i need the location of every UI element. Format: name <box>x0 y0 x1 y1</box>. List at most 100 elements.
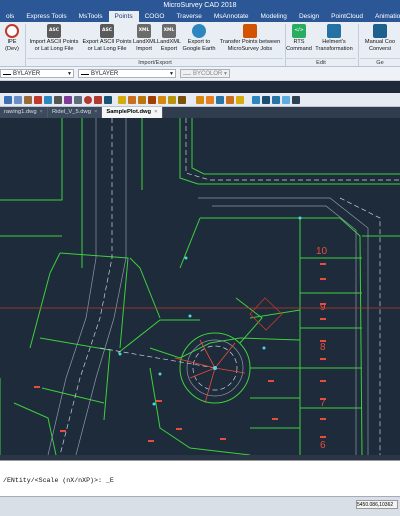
lot-number-6: 6 <box>320 440 326 451</box>
helmert-transformation-label: Helmert's Transformation <box>315 39 353 52</box>
tab-traverse[interactable]: Traverse <box>170 11 207 22</box>
linetype-dropdown[interactable]: BYLAYER ▼ <box>78 69 176 78</box>
doc-tab-label: rawing1.dwg <box>4 109 37 115</box>
ribbon-separator <box>358 24 359 66</box>
text-icon[interactable] <box>236 96 244 104</box>
command-line[interactable]: /ENtity/<Scale (nX/nXP)>: _E <box>0 460 400 496</box>
erase-icon[interactable] <box>34 96 42 104</box>
group-geo: Ge <box>360 58 400 66</box>
match-icon[interactable] <box>216 96 224 104</box>
group-import-export: Import/Export <box>27 58 283 66</box>
chevron-down-icon: ▼ <box>67 71 72 77</box>
pan-icon[interactable] <box>14 96 22 104</box>
tab-tools[interactable]: ols <box>0 11 20 22</box>
road-centerlines <box>59 118 400 455</box>
landxml-export-button[interactable]: XML LandXML Export <box>157 24 181 52</box>
zoom-previous-icon[interactable] <box>282 96 290 104</box>
fillet-icon[interactable] <box>104 96 112 104</box>
transformation-icon <box>327 24 341 38</box>
xml-export-icon: XML <box>162 24 176 38</box>
landxml-export-label: LandXML Export <box>157 39 181 52</box>
point-icon[interactable] <box>118 96 126 104</box>
zoom-extents-icon[interactable] <box>272 96 280 104</box>
survey-points <box>118 216 302 406</box>
properties-icon[interactable] <box>206 96 214 104</box>
transfer-points-button[interactable]: Transfer Points between MicroSurvey Jobs <box>217 24 283 52</box>
block-icon[interactable] <box>128 96 136 104</box>
import-ascii-button[interactable]: ASC Import ASCII Points or Lat Long File <box>27 24 81 52</box>
zoom-window-icon[interactable] <box>262 96 270 104</box>
export-ascii-label: Export ASCII Points or Lat Long File <box>82 39 132 52</box>
zoom-icon[interactable] <box>4 96 12 104</box>
copy-icon[interactable] <box>158 96 166 104</box>
tab-msannotate[interactable]: MsAnnotate <box>208 11 255 22</box>
tab-pointcloud[interactable]: PointCloud <box>325 11 369 22</box>
tab-mstools[interactable]: MsTools <box>73 11 109 22</box>
globe-icon <box>192 24 206 38</box>
group-edit: Edit <box>286 58 356 66</box>
tab-cogo[interactable]: COGO <box>139 11 171 22</box>
tab-design[interactable]: Design <box>293 11 325 22</box>
helmert-transformation-button[interactable]: Helmert's Transformation <box>314 24 354 52</box>
landxml-import-button[interactable]: XML LandXML Import <box>133 24 157 52</box>
drawing-svg: 10 9 8 7 6 <box>0 118 400 455</box>
rotate-icon[interactable] <box>178 96 186 104</box>
curve-icon[interactable] <box>94 96 102 104</box>
ribbon-tabs: ols Express Tools MsTools Points COGO Tr… <box>0 11 400 22</box>
code-icon: </> <box>292 24 306 38</box>
ipe-dev-button[interactable]: IPE (Dev) <box>2 24 22 52</box>
hatch-icon[interactable] <box>226 96 234 104</box>
arc-icon[interactable] <box>84 96 92 104</box>
lot-number-10: 10 <box>316 246 328 257</box>
tab-points[interactable]: Points <box>108 11 139 22</box>
view-icon[interactable] <box>252 96 260 104</box>
rts-command-label: RTS Command <box>286 39 312 52</box>
status-bar: 5450.086,10362 <box>0 496 400 516</box>
properties-bar: BYLAYER ▼ BYLAYER ▼ BYCOLOR ▼ <box>0 67 400 81</box>
tab-animation[interactable]: Animation <box>369 11 400 22</box>
layer-dropdown[interactable]: BYLAYER ▼ <box>0 69 74 78</box>
polyline-icon[interactable] <box>64 96 72 104</box>
drawing-toolbar <box>0 93 400 107</box>
close-icon[interactable]: × <box>94 109 97 115</box>
doc-tab-sampleplot[interactable]: SamplePlot.dwg × <box>102 107 163 118</box>
layer-icon[interactable] <box>196 96 204 104</box>
doc-tab-label: Ridel_V_5.dwg <box>51 109 91 115</box>
insert-icon[interactable] <box>138 96 146 104</box>
doc-tab-ridel[interactable]: Ridel_V_5.dwg × <box>47 107 103 118</box>
ribbon-panel: IPE (Dev) ASC Import ASCII Points or Lat… <box>0 22 400 67</box>
regen-icon[interactable] <box>292 96 300 104</box>
manual-coordinate-conversion-button[interactable]: Manual Coo Conversi <box>360 24 400 52</box>
color-dropdown-value: BYCOLOR <box>193 71 223 77</box>
ascii-export-icon: ASC <box>100 24 114 38</box>
ribbon-separator <box>25 24 26 66</box>
tab-express-tools[interactable]: Express Tools <box>20 11 72 22</box>
close-icon[interactable]: × <box>154 109 157 115</box>
grip-icon[interactable] <box>44 96 52 104</box>
manual-coordinate-conversion-label: Manual Coo Conversi <box>364 39 396 52</box>
draw-icon[interactable] <box>24 96 32 104</box>
close-icon[interactable]: × <box>40 109 43 115</box>
color-dropdown[interactable]: BYCOLOR ▼ <box>180 69 230 78</box>
tab-modeling[interactable]: Modeling <box>255 11 293 22</box>
doc-tab-label: SamplePlot.dwg <box>106 109 152 115</box>
ipe-dev-label: IPE (Dev) <box>5 39 19 52</box>
lot-number-9: 9 <box>320 302 326 313</box>
line-icon[interactable] <box>74 96 82 104</box>
title-bar: MicroSurvey CAD 2018 <box>0 0 400 11</box>
export-ascii-button[interactable]: ASC Export ASCII Points or Lat Long File <box>81 24 133 52</box>
explode-icon[interactable] <box>148 96 156 104</box>
lot-number-8: 8 <box>320 342 326 353</box>
select-icon[interactable] <box>54 96 62 104</box>
rts-command-button[interactable]: </> RTS Command <box>286 24 312 52</box>
landxml-import-label: LandXML Import <box>133 39 157 52</box>
building-markers <box>34 263 326 442</box>
line-sample <box>3 74 11 75</box>
doc-tab-drawing1[interactable]: rawing1.dwg × <box>0 107 48 118</box>
move-icon[interactable] <box>168 96 176 104</box>
export-google-earth-button[interactable]: Export to Google Earth <box>181 24 217 52</box>
app-title: MicroSurvey CAD 2018 <box>163 2 237 9</box>
ipe-icon <box>5 24 19 38</box>
color-sample <box>183 74 191 75</box>
drawing-canvas[interactable]: 10 9 8 7 6 <box>0 118 400 455</box>
